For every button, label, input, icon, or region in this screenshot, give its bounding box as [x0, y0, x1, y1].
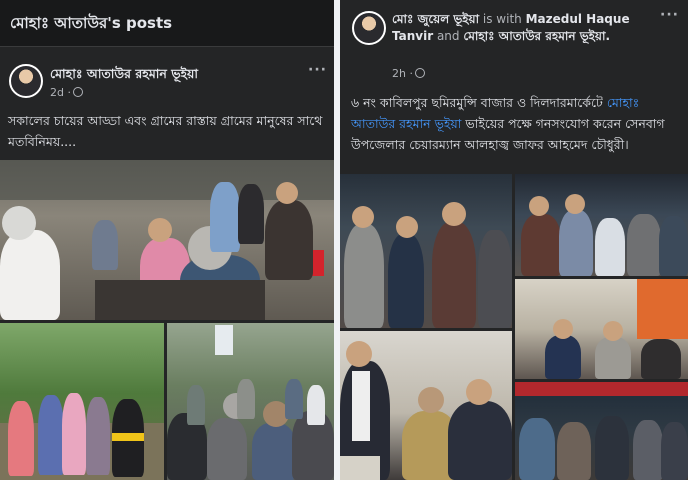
tea-stall-gathering-photo[interactable]: [0, 160, 334, 320]
post-header-line: মোঃ জুয়েল ভূইয়া is with Mazedul Haque …: [392, 11, 662, 45]
with-text: is with: [479, 12, 526, 26]
indoor-meeting-photo[interactable]: [515, 279, 688, 379]
post-caption: ৬ নং কাবিলপুর ছমিরমুন্সি বাজার ও দিলদারম…: [351, 92, 681, 155]
market-crowd-photo-1[interactable]: [340, 174, 512, 328]
posts-header: মোহাঃ আতাউর's posts: [0, 0, 334, 47]
village-people-photo[interactable]: [167, 323, 334, 480]
globe-icon: [72, 87, 83, 97]
post-time[interactable]: 2d ·: [50, 86, 83, 99]
posts-header-title: মোহাঃ আতাউর's posts: [10, 14, 173, 32]
village-road-photo[interactable]: [0, 323, 164, 480]
caption-part-1: ৬ নং কাবিলপুর ছমিরমুন্সি বাজার ও দিলদারম…: [351, 95, 607, 110]
author-name[interactable]: মোহাঃ আতাউর রহমান ভূইয়া: [50, 66, 198, 86]
globe-icon: [414, 68, 425, 78]
right-post-panel: মোঃ জুয়েল ভূইয়া is with Mazedul Haque …: [340, 0, 688, 480]
market-crowd-photo-2[interactable]: [515, 174, 688, 276]
poster-avatar[interactable]: [352, 11, 386, 45]
author-avatar[interactable]: [9, 64, 43, 98]
left-post-panel: মোহাঃ আতাউর's posts মোহাঃ আতাউর রহমান ভূ…: [0, 0, 334, 480]
post-caption: সকালের চায়ের আড্ডা এবং গ্রামের রাস্তায়…: [8, 113, 323, 149]
tagged-user-2[interactable]: মোহাঃ আতাউর রহমান ভূইয়া.: [463, 29, 610, 43]
post-time[interactable]: 2h ·: [392, 67, 425, 80]
more-options-icon[interactable]: ···: [660, 7, 679, 23]
post-time-text: 2d ·: [50, 86, 71, 99]
more-options-icon[interactable]: ···: [308, 62, 327, 78]
post-time-text: 2h ·: [392, 67, 413, 80]
and-text: and: [433, 29, 464, 43]
night-crowd-photo[interactable]: [515, 382, 688, 480]
office-visit-photo[interactable]: [340, 331, 512, 480]
poster-name[interactable]: মোঃ জুয়েল ভূইয়া: [392, 12, 479, 26]
